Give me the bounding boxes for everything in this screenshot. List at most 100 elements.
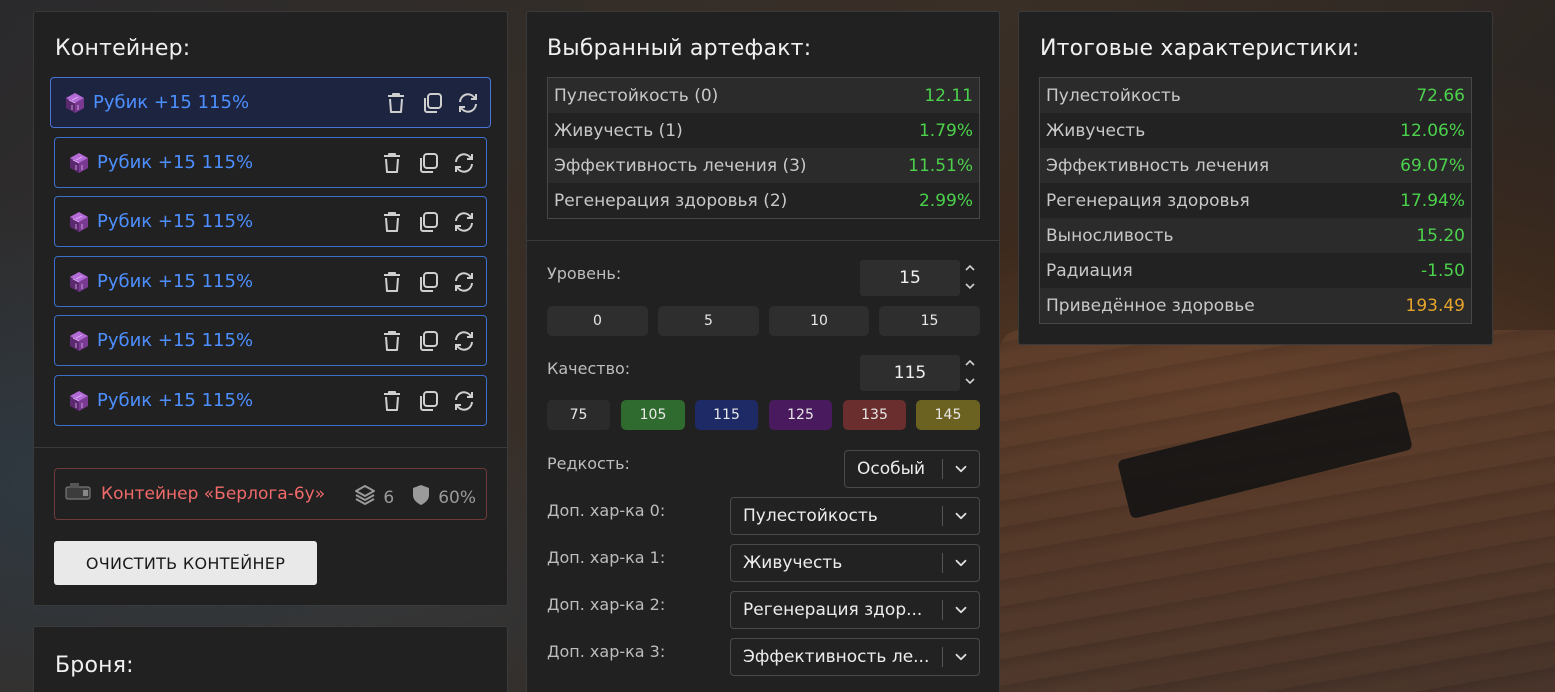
stat-value: 2.99% (918, 190, 973, 211)
trash-icon[interactable] (384, 91, 408, 115)
total-label: Эффективность лечения (1046, 155, 1270, 176)
container-icon (65, 481, 93, 507)
extra-1-value: Живучесть (743, 553, 843, 573)
total-label: Радиация (1046, 260, 1133, 281)
total-label: Живучесть (1046, 120, 1146, 141)
sync-icon[interactable] (452, 389, 476, 413)
level-preset-5[interactable]: 5 (658, 306, 759, 336)
protection-value: 60% (438, 487, 476, 508)
copy-icon[interactable] (416, 329, 440, 353)
extra-2-select[interactable]: Регенерация здор... (730, 591, 980, 629)
background-phone (1117, 390, 1413, 520)
stat-row: Пулестойкость (0) 12.11 (548, 78, 979, 113)
trash-icon[interactable] (380, 270, 404, 294)
trash-icon[interactable] (380, 210, 404, 234)
artifact-slot-5[interactable]: Рубик +15 115% (54, 315, 487, 366)
copy-icon[interactable] (416, 270, 440, 294)
total-label: Регенерация здоровья (1046, 190, 1250, 211)
artifact-slot-3[interactable]: Рубик +15 115% (54, 196, 487, 247)
sync-icon[interactable] (452, 270, 476, 294)
extra-1-select[interactable]: Живучесть (730, 544, 980, 582)
extra-3-label: Доп. хар-ка 3: (547, 642, 666, 661)
extra-3-select[interactable]: Эффективность ле... (730, 638, 980, 676)
divider (527, 240, 999, 241)
container-item[interactable]: Контейнер «Берлога-6у» 6 60% (54, 468, 487, 520)
chevron-down-icon (943, 648, 979, 666)
stat-row: Живучесть (1) 1.79% (548, 113, 979, 148)
total-label: Выносливость (1046, 225, 1174, 246)
quality-preset-75[interactable]: 75 (547, 400, 610, 430)
sync-icon[interactable] (452, 210, 476, 234)
sync-icon[interactable] (452, 151, 476, 175)
trash-icon[interactable] (380, 151, 404, 175)
level-preset-0[interactable]: 0 (547, 306, 648, 336)
rarity-select[interactable]: Особый (844, 450, 980, 488)
copy-icon[interactable] (416, 151, 440, 175)
total-value: -1.50 (1421, 260, 1465, 281)
divider (34, 447, 507, 448)
selected-artifact-panel: Выбранный артефакт: Пулестойкость (0) 12.… (526, 11, 1000, 692)
total-value: 15.20 (1416, 225, 1465, 246)
extra-0-label: Доп. хар-ка 0: (547, 501, 666, 520)
total-value: 17.94% (1400, 190, 1465, 211)
quality-label: Качество: (547, 359, 631, 378)
totals-panel: Итоговые характеристики: Пулестойкость 72… (1018, 11, 1493, 345)
copy-icon[interactable] (416, 210, 440, 234)
trash-icon[interactable] (380, 389, 404, 413)
total-row: Эффективность лечения 69.07% (1040, 148, 1471, 183)
chevron-down-icon (943, 507, 979, 525)
stat-value: 11.51% (908, 155, 973, 176)
total-row: Радиация -1.50 (1040, 253, 1471, 288)
total-row: Живучесть 12.06% (1040, 113, 1471, 148)
quality-input[interactable]: 115 (860, 355, 960, 391)
quality-preset-145[interactable]: 145 (916, 400, 980, 430)
sync-icon[interactable] (456, 91, 480, 115)
container-panel: Контейнер: Рубик +15 115% Рубик +15 115%… (33, 11, 508, 606)
artifact-name: Рубик +15 115% (97, 330, 254, 351)
extra-3-value: Эффективность ле... (743, 647, 930, 667)
artifact-slot-6[interactable]: Рубик +15 115% (54, 375, 487, 426)
chevron-down-icon (943, 554, 979, 572)
cube-icon (67, 389, 91, 413)
rarity-value: Особый (857, 459, 926, 479)
stat-label: Пулестойкость (0) (554, 85, 719, 106)
level-stepper[interactable] (963, 262, 977, 294)
selected-stats-table: Пулестойкость (0) 12.11 Живучесть (1) 1.79… (547, 77, 980, 219)
total-value: 193.49 (1405, 295, 1465, 316)
artifact-slot-2[interactable]: Рубик +15 115% (54, 137, 487, 188)
level-preset-10[interactable]: 10 (769, 306, 869, 336)
copy-icon[interactable] (420, 91, 444, 115)
stat-label: Регенерация здоровья (2) (554, 190, 788, 211)
quality-preset-125[interactable]: 125 (769, 400, 832, 430)
stat-value: 12.11 (924, 85, 973, 106)
quality-preset-135[interactable]: 135 (843, 400, 906, 430)
level-preset-15[interactable]: 15 (879, 306, 980, 336)
artifact-slot-4[interactable]: Рубик +15 115% (54, 256, 487, 307)
slots-count: 6 (383, 487, 395, 508)
stat-label: Живучесть (1) (554, 120, 683, 141)
extra-0-select[interactable]: Пулестойкость (730, 497, 980, 535)
artifact-slot-1[interactable]: Рубик +15 115% (50, 77, 491, 128)
container-name: Контейнер «Берлога-6у» (101, 484, 326, 504)
cube-icon (67, 270, 91, 294)
sync-icon[interactable] (452, 329, 476, 353)
total-value: 12.06% (1400, 120, 1465, 141)
total-value: 69.07% (1400, 155, 1465, 176)
chevron-down-icon (943, 460, 979, 478)
layers-icon (353, 483, 377, 512)
level-input[interactable]: 15 (860, 260, 960, 296)
armor-title: Броня: (55, 653, 134, 678)
total-row: Регенерация здоровья 17.94% (1040, 183, 1471, 218)
extra-2-value: Регенерация здор... (743, 600, 923, 620)
quality-preset-115[interactable]: 115 (695, 400, 758, 430)
cube-icon (63, 91, 87, 115)
extra-0-value: Пулестойкость (743, 506, 878, 526)
artifact-name: Рубик +15 115% (97, 152, 254, 173)
copy-icon[interactable] (416, 389, 440, 413)
trash-icon[interactable] (380, 329, 404, 353)
cube-icon (67, 151, 91, 175)
quality-stepper[interactable] (963, 357, 977, 389)
quality-preset-105[interactable]: 105 (621, 400, 685, 430)
artifact-name: Рубик +15 115% (93, 92, 250, 113)
clear-container-button[interactable]: ОЧИСТИТЬ КОНТЕЙНЕР (54, 541, 317, 585)
